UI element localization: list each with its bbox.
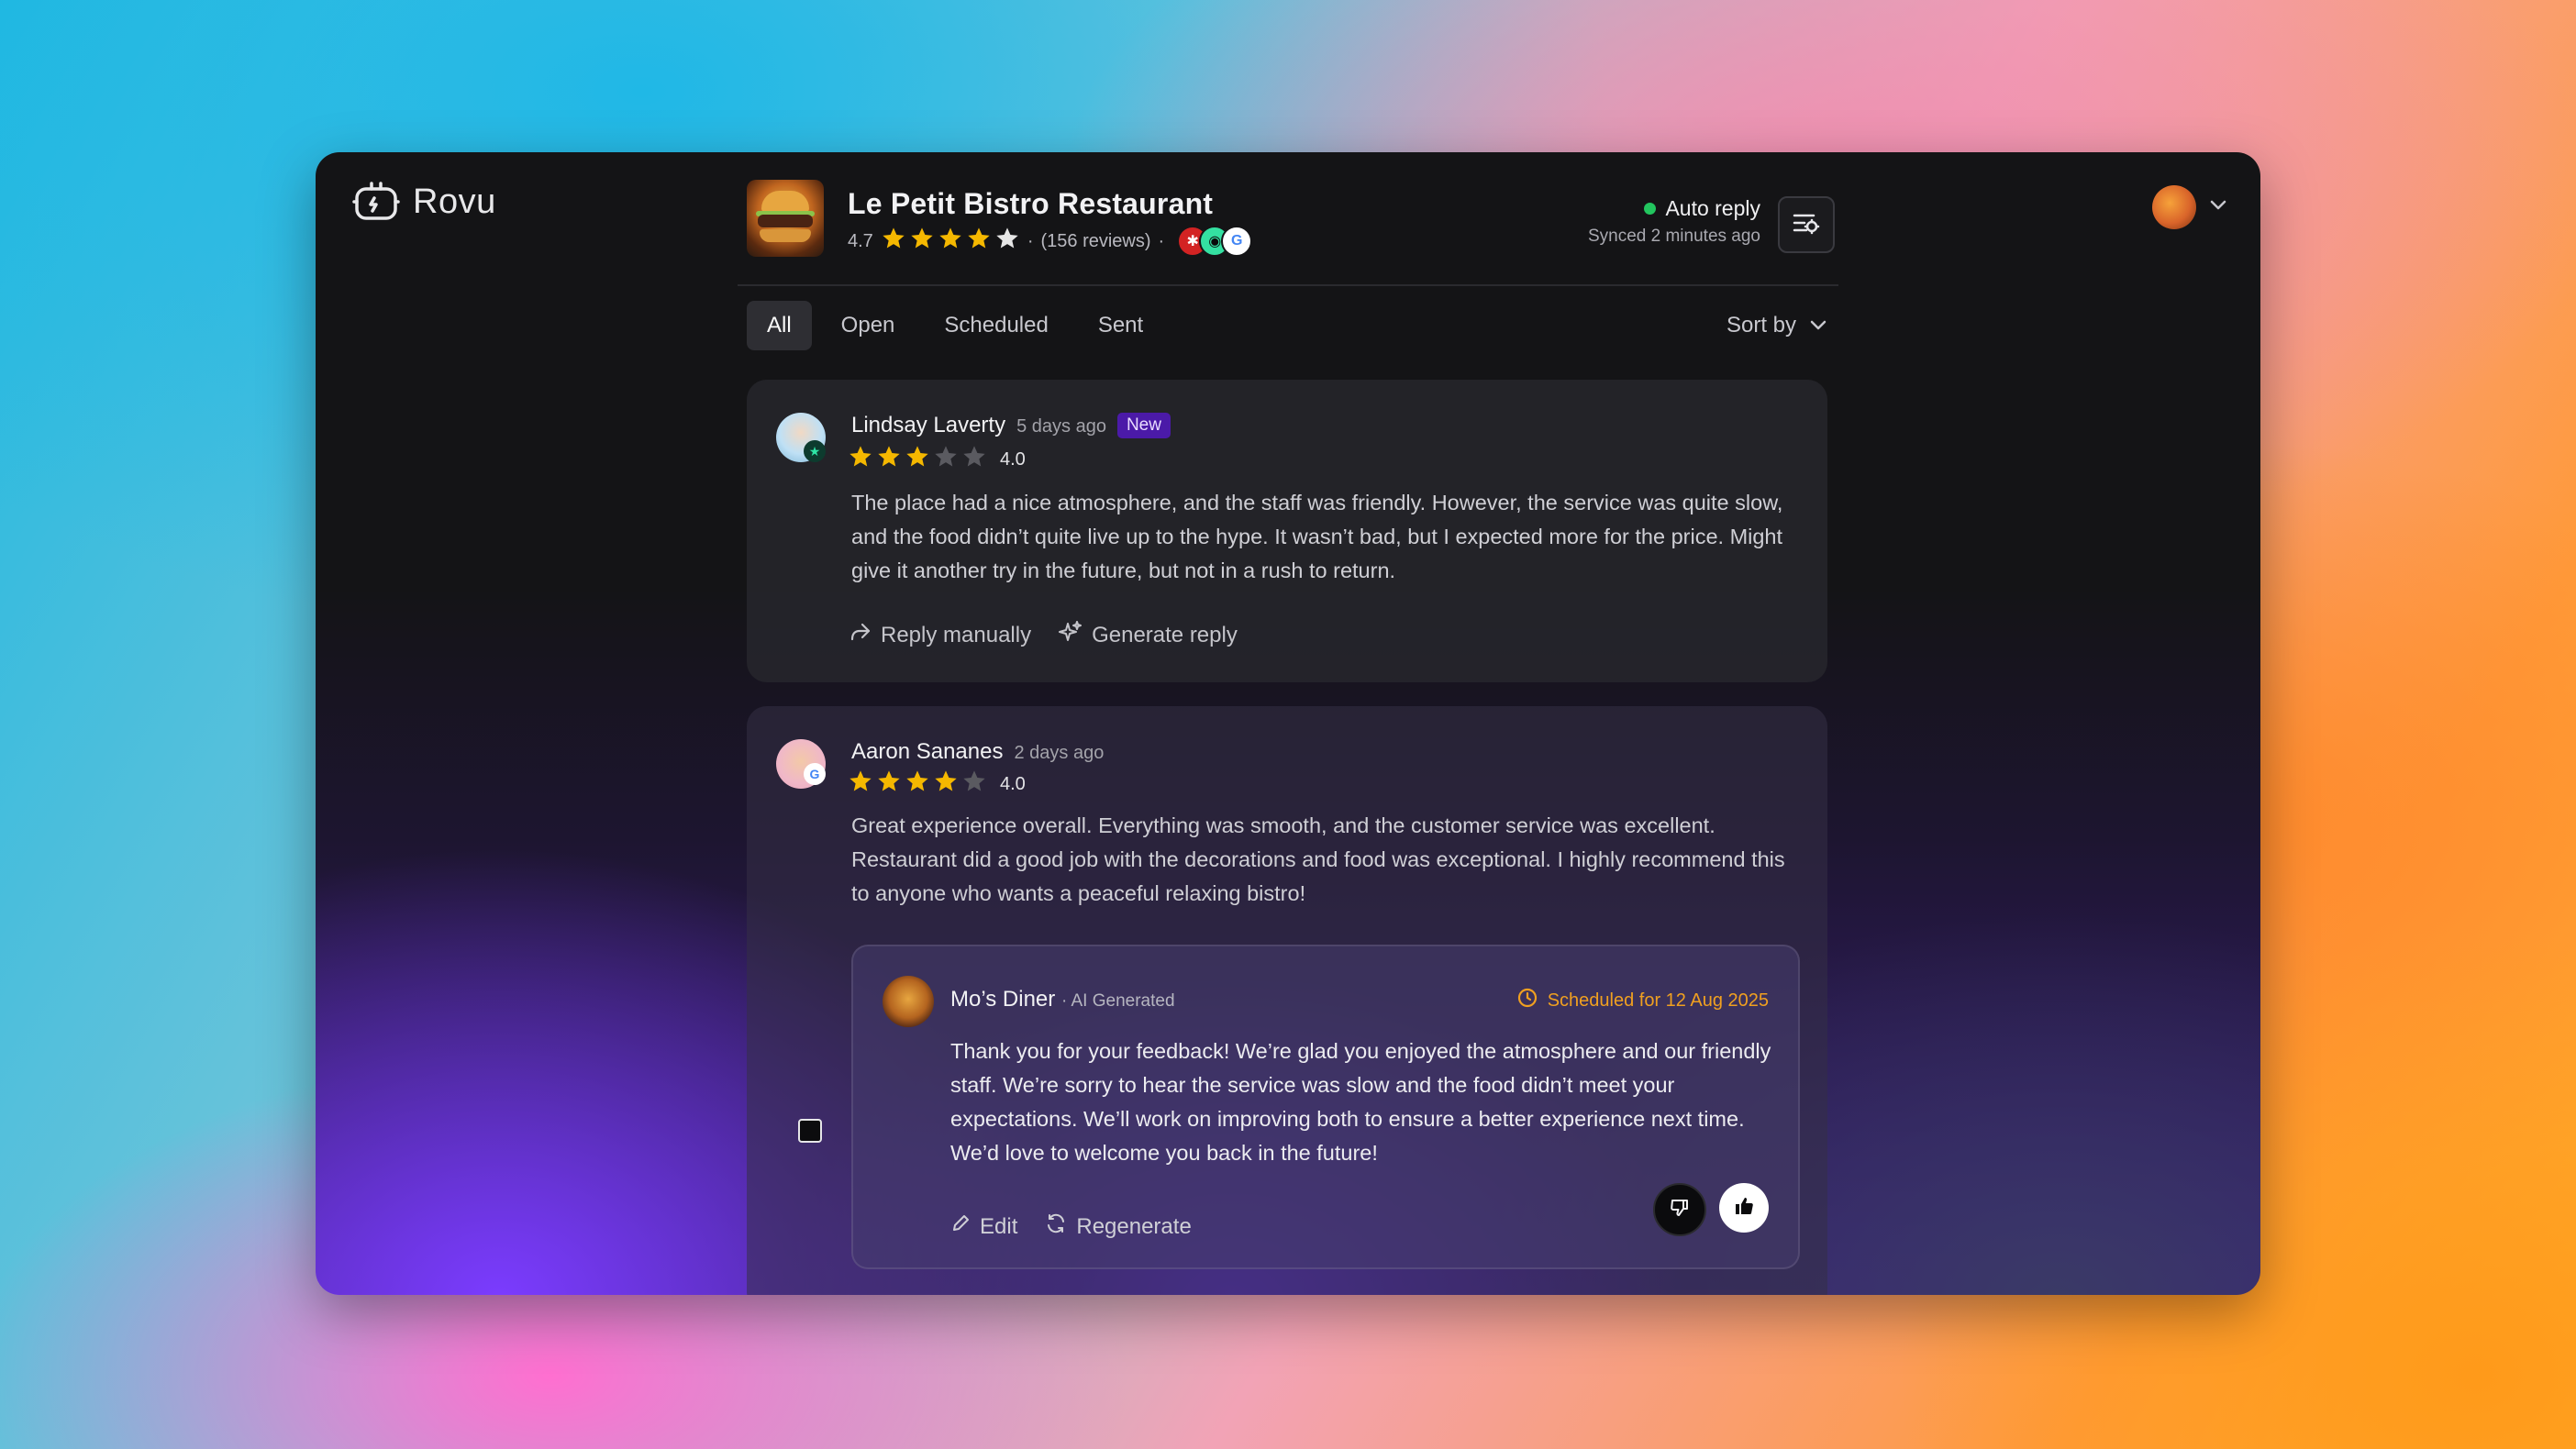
review-rating: 4.0: [1000, 448, 1026, 470]
review-star-row: [848, 769, 987, 800]
tab-sent[interactable]: Sent: [1078, 301, 1163, 350]
select-reply-checkbox[interactable]: [798, 1119, 822, 1143]
star-icon: [905, 769, 930, 800]
clock-icon: [1516, 987, 1538, 1014]
review-actions: Reply manually Generate reply: [849, 620, 1238, 650]
business-header: Le Petit Bistro Restaurant 4.7 · (156 re…: [747, 180, 1848, 271]
app-window: Rovu Le Petit Bistro Restaurant 4.7 · (1…: [316, 152, 2260, 1295]
review-card: ★ Lindsay Laverty 5 days ago New 4.0 The p…: [747, 380, 1827, 682]
review-time: 5 days ago: [1016, 416, 1106, 437]
review-text: The place had a nice atmosphere, and the…: [851, 491, 1783, 582]
business-stars: [881, 226, 1020, 257]
review-text: Great experience overall. Everything was…: [851, 813, 1785, 905]
thumbs-down-icon: [1669, 1197, 1691, 1223]
google-icon: G: [1221, 226, 1253, 257]
star-icon: [966, 226, 992, 257]
review-rating: 4.0: [1000, 773, 1026, 794]
reviewer-name: Lindsay Laverty 5 days ago New: [851, 413, 1171, 438]
edit-label: Edit: [980, 1213, 1018, 1239]
meta-separator: ·: [1027, 230, 1034, 251]
sparkle-icon: [1059, 620, 1083, 650]
star-icon: [961, 444, 987, 475]
reply-actions: Edit Regenerate: [950, 1212, 1192, 1241]
scheduled-reply-card: Mo’s Diner · AI Generated Scheduled for …: [851, 945, 1800, 1269]
avatar: [883, 976, 934, 1027]
business-rating-value: 4.7: [848, 230, 873, 251]
tab-all[interactable]: All: [747, 301, 812, 350]
regenerate-button[interactable]: Regenerate: [1045, 1212, 1192, 1241]
user-menu[interactable]: [2152, 185, 2227, 229]
generate-reply-label: Generate reply: [1092, 622, 1238, 647]
platform-icons: ✱ ◉ G: [1177, 226, 1253, 257]
star-icon: [876, 769, 902, 800]
review-card: G Aaron Sananes 2 days ago 4.0 Great expe…: [747, 706, 1827, 1295]
left-sidebar: Rovu: [316, 152, 712, 1295]
main-panel: Le Petit Bistro Restaurant 4.7 · (156 re…: [738, 152, 1838, 1295]
star-icon: [933, 769, 959, 800]
sort-dropdown[interactable]: Sort by: [1727, 301, 1827, 350]
star-icon: [881, 226, 906, 257]
regenerate-label: Regenerate: [1076, 1213, 1192, 1239]
refresh-icon: [1045, 1212, 1067, 1241]
reply-author-name: Mo’s Diner: [950, 987, 1056, 1012]
star-icon: [876, 444, 902, 475]
scheduled-label: Scheduled for 12 Aug 2025: [1547, 990, 1769, 1011]
review-stars: 4.0: [848, 444, 1026, 475]
avatar: [2152, 185, 2196, 229]
star-icon: [848, 444, 873, 475]
auto-reply-status[interactable]: Auto reply Synced 2 minutes ago: [1588, 196, 1760, 247]
new-badge: New: [1116, 413, 1171, 438]
review-stars: 4.0: [848, 769, 1026, 800]
app-logo[interactable]: Rovu: [352, 178, 496, 227]
chevron-down-icon: [2209, 199, 2227, 216]
chevron-down-icon: [1809, 313, 1827, 338]
sliders-icon: [1792, 210, 1821, 240]
settings-filter-button[interactable]: [1778, 196, 1835, 253]
reviewer-name-text: Lindsay Laverty: [851, 413, 1006, 437]
tab-open[interactable]: Open: [821, 301, 916, 350]
pencil-icon: [950, 1213, 971, 1240]
business-thumbnail: [747, 180, 824, 257]
google-icon: G: [804, 763, 826, 785]
business-rating: 4.7 · (156 reviews) · ✱ ◉ G: [848, 226, 1253, 257]
reply-text: Thank you for your feedback! We’re glad …: [950, 1039, 1771, 1165]
trustpilot-star-icon: ★: [804, 440, 826, 462]
forward-arrow-icon: [849, 622, 872, 648]
status-dot-icon: [1644, 203, 1657, 215]
header-divider: [738, 284, 1838, 286]
auto-reply-label: Auto reply: [1665, 196, 1760, 220]
thumbs-up-icon: [1733, 1195, 1755, 1222]
thumbs-up-button[interactable]: [1719, 1183, 1769, 1233]
reviewer-name: Aaron Sananes 2 days ago: [851, 739, 1104, 765]
app-name: Rovu: [413, 183, 496, 221]
star-icon: [909, 226, 935, 257]
robot-icon: [352, 178, 400, 227]
right-sidebar: [1864, 152, 2260, 1295]
reviewer-name-text: Aaron Sananes: [851, 739, 1004, 764]
meta-separator: ·: [1158, 230, 1165, 251]
star-icon: [961, 769, 987, 800]
tab-scheduled[interactable]: Scheduled: [924, 301, 1068, 350]
star-icon: [848, 769, 873, 800]
business-name: Le Petit Bistro Restaurant: [848, 187, 1214, 220]
star-icon: [933, 444, 959, 475]
star-icon: [905, 444, 930, 475]
edit-button[interactable]: Edit: [950, 1212, 1017, 1241]
ai-generated-tag: · AI Generated: [1060, 991, 1175, 1011]
feedback-buttons: [1653, 1183, 1769, 1236]
scheduled-status: Scheduled for 12 Aug 2025: [1516, 987, 1769, 1014]
review-tabs: All Open Scheduled Sent: [747, 301, 1163, 350]
sync-status: Synced 2 minutes ago: [1587, 227, 1760, 246]
generate-reply-button[interactable]: Generate reply: [1059, 620, 1238, 650]
star-icon: [938, 226, 963, 257]
review-time: 2 days ago: [1014, 743, 1105, 763]
thumbs-down-button[interactable]: [1653, 1183, 1706, 1236]
sort-label: Sort by: [1726, 313, 1796, 337]
reply-manually-button[interactable]: Reply manually: [849, 620, 1031, 650]
reply-manually-label: Reply manually: [881, 622, 1032, 647]
review-count: (156 reviews): [1040, 230, 1151, 251]
reply-author: Mo’s Diner · AI Generated: [950, 987, 1175, 1012]
review-star-row: [848, 444, 987, 475]
star-icon: [994, 226, 1020, 257]
